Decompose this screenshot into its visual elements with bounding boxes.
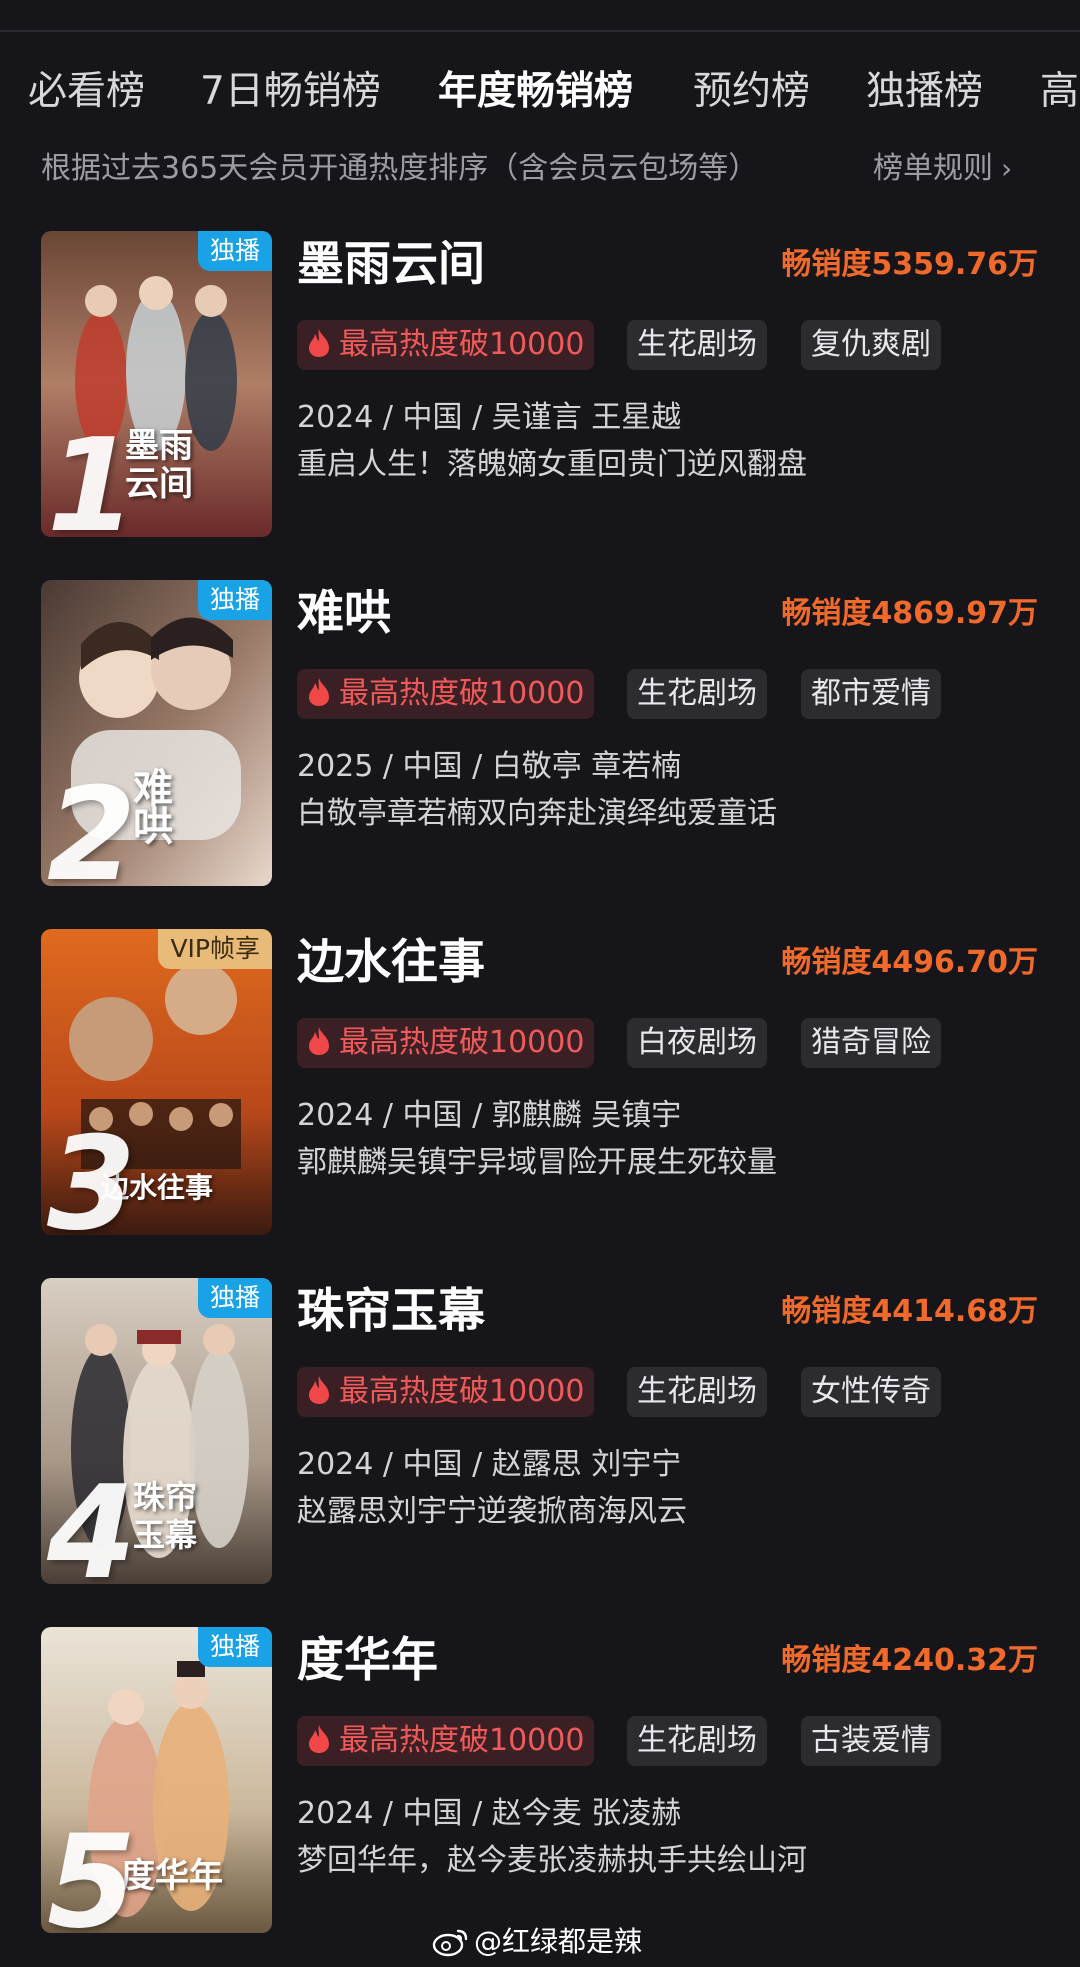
hot-tag: 最高热度破10000 <box>297 1018 595 1068</box>
list-item[interactable]: 度华年 5 独播 度华年 畅销度4240.32万 最高热度破10000 生花剧场… <box>0 1627 1080 1937</box>
genre-tag[interactable]: 生花剧场 <box>627 1367 767 1417</box>
show-title[interactable]: 边水往事 <box>297 933 485 993</box>
genre-tag[interactable]: 都市爱情 <box>801 669 941 719</box>
poster-title-text: 珠帘 玉幕 <box>133 1478 198 1554</box>
sales-score: 畅销度4240.32万 <box>781 1643 1038 1678</box>
genre-tag[interactable]: 生花剧场 <box>627 320 767 370</box>
exclusive-badge: 独播 <box>197 1627 272 1667</box>
show-title[interactable]: 难哄 <box>297 584 391 644</box>
watermark-text: @红绿都是辣 <box>474 1925 643 1958</box>
show-title[interactable]: 度华年 <box>297 1631 438 1691</box>
show-meta: 2024 / 中国 / 郭麒麟 吴镇宇 <box>297 1098 682 1133</box>
genre-tag[interactable]: 复仇爽剧 <box>801 320 941 370</box>
genre-tag[interactable]: 女性传奇 <box>801 1367 941 1417</box>
show-description: 郭麒麟吴镇宇异域冒险开展生死较量 <box>297 1145 777 1180</box>
genre-tag[interactable]: 生花剧场 <box>627 669 767 719</box>
rank-number: 5 <box>47 1808 137 1934</box>
list-item[interactable]: 边水往事 3 VIP帧享 边水往事 畅销度4496.70万 最高热度破10000… <box>0 929 1080 1239</box>
poster-title-text: 难哄 <box>133 766 173 850</box>
hot-tag-label: 最高热度破10000 <box>339 1374 585 1409</box>
list-description-bar: 根据过去365天会员开通热度排序（含会员云包场等） 榜单规则 › <box>0 146 1080 192</box>
show-description: 白敬亭章若楠双向奔赴演绎纯爱童话 <box>297 796 777 831</box>
show-description: 重启人生！落魄嫡女重回贵门逆风翻盘 <box>297 447 807 482</box>
genre-tag[interactable]: 白夜剧场 <box>627 1018 767 1068</box>
tab-more[interactable]: 高 <box>1040 62 1079 122</box>
hot-tag: 最高热度破10000 <box>297 1367 595 1417</box>
show-meta: 2024 / 中国 / 赵今麦 张凌赫 <box>297 1796 682 1831</box>
poster-image[interactable]: 难哄 2 独播 <box>41 580 272 886</box>
poster-image[interactable]: 边水往事 3 VIP帧享 <box>41 929 272 1235</box>
flame-icon <box>309 678 329 706</box>
hot-tag-label: 最高热度破10000 <box>339 1025 585 1060</box>
chevron-right-icon: › <box>1001 152 1013 185</box>
poster-image[interactable]: 墨雨 云间 1 独播 <box>41 231 272 537</box>
hot-tag: 最高热度破10000 <box>297 669 595 719</box>
sales-score: 畅销度4869.97万 <box>781 596 1038 631</box>
tab-must-watch[interactable]: 必看榜 <box>28 62 145 122</box>
hot-tag-label: 最高热度破10000 <box>339 1723 585 1758</box>
hot-tag: 最高热度破10000 <box>297 320 595 370</box>
tab-reservation[interactable]: 预约榜 <box>693 62 810 122</box>
genre-tag[interactable]: 古装爱情 <box>801 1716 941 1766</box>
show-meta: 2024 / 中国 / 吴谨言 王星越 <box>297 400 682 435</box>
weibo-logo-icon <box>432 1929 468 1957</box>
poster-title-text: 度华年 <box>121 1856 223 1896</box>
list-item[interactable]: 珠帘 玉幕 4 独播 珠帘玉幕 畅销度4414.68万 最高热度破10000 生花… <box>0 1278 1080 1588</box>
show-description: 赵露思刘宇宁逆袭掀商海风云 <box>297 1494 687 1529</box>
tab-exclusive[interactable]: 独播榜 <box>866 62 983 122</box>
exclusive-badge: 独播 <box>197 1278 272 1318</box>
rules-link[interactable]: 榜单规则 › <box>873 146 1012 192</box>
list-item[interactable]: 难哄 2 独播 难哄 畅销度4869.97万 最高热度破10000 生花剧场 都… <box>0 580 1080 890</box>
poster-image[interactable]: 度华年 5 独播 <box>41 1627 272 1933</box>
genre-tag[interactable]: 生花剧场 <box>627 1716 767 1766</box>
sales-score: 畅销度5359.76万 <box>781 247 1038 282</box>
hot-tag-label: 最高热度破10000 <box>339 327 585 362</box>
sales-score: 畅销度4496.70万 <box>781 945 1038 980</box>
top-divider <box>0 30 1080 32</box>
show-meta: 2024 / 中国 / 赵露思 刘宇宁 <box>297 1447 682 1482</box>
exclusive-badge: 独播 <box>197 231 272 271</box>
show-meta: 2025 / 中国 / 白敬亭 章若楠 <box>297 749 682 784</box>
exclusive-badge: 独播 <box>197 580 272 620</box>
hot-tag-label: 最高热度破10000 <box>339 676 585 711</box>
watermark: @红绿都是辣 <box>432 1922 642 1962</box>
tab-7day-bestseller[interactable]: 7日畅销榜 <box>200 62 381 122</box>
rank-number: 1 <box>47 412 137 538</box>
flame-icon <box>309 1725 329 1753</box>
rank-number: 2 <box>47 761 137 887</box>
flame-icon <box>309 1376 329 1404</box>
rank-number: 4 <box>47 1459 137 1585</box>
show-description: 梦回华年，赵今麦张凌赫执手共绘山河 <box>297 1843 807 1878</box>
show-title[interactable]: 墨雨云间 <box>297 235 485 295</box>
rules-label: 榜单规则 <box>873 151 993 186</box>
poster-image[interactable]: 珠帘 玉幕 4 独播 <box>41 1278 272 1584</box>
hot-tag: 最高热度破10000 <box>297 1716 595 1766</box>
flame-icon <box>309 1027 329 1055</box>
show-title[interactable]: 珠帘玉幕 <box>297 1282 485 1342</box>
ranking-tabs: 必看榜 7日畅销榜 年度畅销榜 预约榜 独播榜 高 <box>0 62 1080 122</box>
vip-badge: VIP帧享 <box>158 929 272 969</box>
sales-score: 畅销度4414.68万 <box>781 1294 1038 1329</box>
flame-icon <box>309 329 329 357</box>
rank-number: 3 <box>47 1110 137 1236</box>
list-item[interactable]: 墨雨 云间 1 独播 墨雨云间 畅销度5359.76万 最高热度破10000 生花… <box>0 231 1080 541</box>
genre-tag[interactable]: 猎奇冒险 <box>801 1018 941 1068</box>
ranking-description: 根据过去365天会员开通热度排序（含会员云包场等） <box>41 151 759 186</box>
tab-annual-bestseller[interactable]: 年度畅销榜 <box>438 62 633 122</box>
